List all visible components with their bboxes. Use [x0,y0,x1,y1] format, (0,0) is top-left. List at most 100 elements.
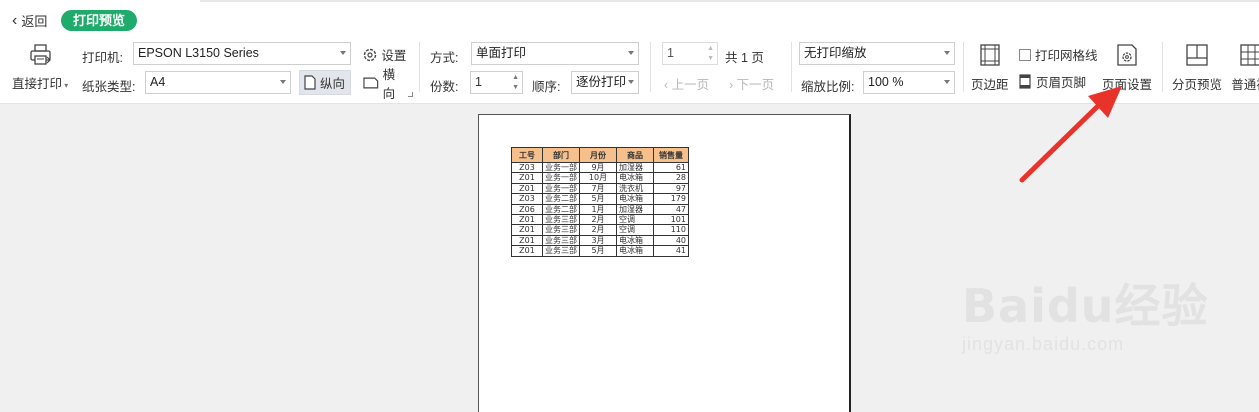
table-cell: 空调 [616,224,654,236]
table-grid-icon [1240,44,1259,66]
table-cell: Z03 [511,193,543,205]
table-cell: 110 [653,224,689,236]
scale-ratio-label: 缩放比例: [801,80,855,94]
table-row: Z01 业务三部 3月 电冰箱 40 [511,234,689,247]
table-cell: 3月 [579,234,617,247]
next-page-button[interactable]: › 下一页 [729,74,774,93]
normal-view-button[interactable]: 普通视 [1231,44,1259,93]
watermark-brand: Baidu经验 [962,279,1209,333]
printer-select[interactable]: EPSON L3150 Series [133,42,351,65]
landscape-page-icon [363,77,379,88]
table-row: Z01 业务三部 2月 空调 101 [511,214,689,226]
table-header-cell: 工号 [511,147,543,163]
print-preview-tab[interactable]: 打印预览 [61,10,138,31]
chevron-down-icon [340,51,346,55]
table-cell: Z01 [511,182,543,195]
order-select[interactable]: 逐份打印 [571,71,639,94]
table-cell: 电冰箱 [616,193,654,205]
direct-print-button[interactable]: 直接打印 ▾ [12,73,68,92]
chevron-down-icon [944,80,950,84]
portrait-label: 纵向 [320,77,346,91]
order-value: 逐份打印 [576,75,627,89]
prev-page-button[interactable]: ‹ 上一页 [664,74,709,93]
chevron-down-icon [944,51,950,55]
group-divider [419,42,420,92]
normal-view-label: 普通视 [1231,78,1259,92]
table-cell: 47 [653,203,689,216]
method-select[interactable]: 单面打印 [471,42,639,65]
copies-stepper[interactable]: 1 ▲ ▼ [470,71,523,94]
page-number-value: 1 [667,46,674,60]
page-setup-icon [1117,44,1137,66]
table-header-row: 工号 部门 月份 商品 销售量 [511,147,689,163]
table-header-cell: 销售量 [653,147,689,163]
table-cell: 业务一部 [542,182,580,195]
table-row: Z01 业务三部 2月 空调 110 [511,224,689,236]
total-pages-label: 共 1 页 [725,51,764,65]
chevron-down-icon [628,51,634,55]
group-divider [1162,42,1163,92]
scale-mode-select[interactable]: 无打印缩放 [799,42,955,65]
next-page-label: 下一页 [736,78,775,92]
group-divider [791,42,792,92]
print-gridlines-label: 打印网格线 [1035,49,1098,63]
table-cell: 9月 [579,161,617,174]
prev-page-label: 上一页 [671,78,710,92]
table-cell: 61 [653,161,689,174]
back-button[interactable]: ‹ 返回 [12,11,47,30]
method-label: 方式: [430,51,459,65]
stepper-up-icon[interactable]: ▲ [707,45,714,53]
table-cell: 2月 [579,214,617,226]
group-expand-icon[interactable] [408,92,413,97]
table-cell: 业务三部 [542,224,580,236]
stepper-down-icon[interactable]: ▼ [512,84,519,92]
copies-value: 1 [475,75,482,89]
page-number-stepper[interactable]: 1 ▲ ▼ [662,42,718,65]
table-cell: Z01 [511,234,543,247]
printer-icon[interactable] [28,43,54,67]
watermark-url: jingyan.baidu.com [962,334,1125,354]
table-row: Z03 业务一部 9月 加湿器 61 [511,161,689,174]
stepper-down-icon[interactable]: ▼ [707,55,714,63]
table-cell: 加湿器 [616,161,654,174]
chevron-left-icon: ‹ [664,78,672,92]
table-cell: 业务一部 [542,161,580,174]
table-row: Z01 业务一部 10月 电冰箱 28 [511,172,689,184]
table-cell: 加湿器 [616,203,654,216]
print-gridlines-checkbox[interactable]: 打印网格线 [1019,45,1098,64]
table-cell: Z01 [511,224,543,236]
landscape-button[interactable]: 横向 [358,68,412,101]
table-cell: 5月 [579,245,617,257]
table-cell: 2月 [579,224,617,236]
printer-label: 打印机: [82,51,123,65]
chevron-right-icon: › [729,78,737,92]
table-row: Z01 业务一部 7月 洗衣机 97 [511,182,689,195]
baidu-watermark: Baidu经验 jingyan.baidu.com [962,270,1209,355]
table-cell: 7月 [579,182,617,195]
page-break-preview-button[interactable]: 分页预览 [1172,44,1222,93]
table-cell: 5月 [579,193,617,205]
table-row: Z03 业务二部 5月 电冰箱 179 [511,193,689,205]
table-cell: 28 [653,172,689,184]
table-cell: 电冰箱 [616,172,654,184]
table-cell: 业务二部 [542,203,580,216]
paper-type-label: 纸张类型: [82,80,136,94]
page-break-icon [1186,44,1208,66]
table-cell: 洗衣机 [616,182,654,195]
landscape-label: 横向 [382,67,396,101]
table-header-cell: 部门 [542,147,580,163]
preview-page: 工号 部门 月份 商品 销售量 Z03 业务一部 9月 加湿器 61 Z01 业务一部 10月… [478,114,851,412]
group-divider [650,42,651,92]
table-cell: 电冰箱 [616,234,654,247]
table-body: Z03 业务一部 9月 加湿器 61 Z01 业务一部 10月 电冰箱 28 Z01 业务一部 7月 洗衣… [511,161,689,257]
paper-type-select[interactable]: A4 [145,71,291,94]
table-cell: Z06 [511,203,543,216]
table-cell: 179 [653,193,689,205]
method-value: 单面打印 [476,46,527,60]
portrait-button[interactable]: 纵向 [299,70,351,95]
top-divider [200,0,1259,2]
table-cell: Z01 [511,172,543,184]
scale-ratio-select[interactable]: 100 % [863,71,955,94]
stepper-up-icon[interactable]: ▲ [512,74,519,82]
settings-button[interactable]: 设置 [362,45,406,64]
